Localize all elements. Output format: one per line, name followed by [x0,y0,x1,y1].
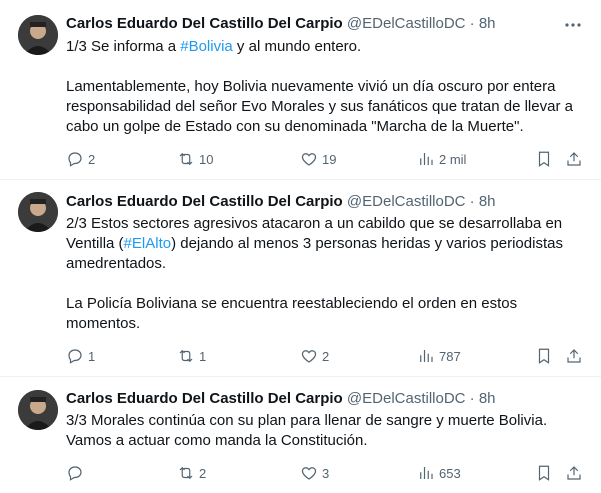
heart-icon [301,467,317,480]
tweet-line: 1/3 Se informa a #Bolivia y al mundo ent… [66,37,581,57]
tweet-header: Carlos Eduardo Del Castillo Del Carpio @… [66,192,496,212]
share-icon [567,466,581,480]
author-handle-time[interactable]: @EDelCastilloDC · 8h [347,15,496,32]
tweet-text: 2/3 Estos sectores agresivos atacaron a … [66,214,581,334]
like-count: 3 [322,465,330,481]
text-segment: y al mundo entero. [232,38,362,55]
share-button[interactable] [565,462,583,484]
like-button[interactable]: 2 [300,345,329,367]
views-button[interactable]: 2 mil [417,148,466,170]
retweet-icon [179,349,193,363]
more-icon [565,23,581,27]
views-count: 653 [439,465,461,481]
tweet-header: Carlos Eduardo Del Castillo Del Carpio @… [66,14,496,34]
text-segment: 1/3 Se informa a [66,38,181,55]
author-name[interactable]: Carlos Eduardo Del Castillo Del Carpio [66,193,343,210]
share-button[interactable] [565,345,583,367]
retweet-count: 1 [199,348,207,364]
avatar[interactable] [18,192,58,232]
avatar[interactable] [18,390,58,430]
retweet-button[interactable]: 10 [177,148,213,170]
tweet-2[interactable]: Carlos Eduardo Del Castillo Del Carpio @… [0,180,601,377]
like-button[interactable]: 3 [300,462,329,484]
like-count: 2 [322,348,330,364]
author-handle-time[interactable]: @EDelCastilloDC · 8h [347,390,496,407]
retweet-button[interactable]: 2 [177,462,206,484]
hashtag-link[interactable]: #ElAlto [124,235,172,252]
retweet-icon [179,466,193,480]
bookmark-button[interactable] [535,462,553,484]
reply-count: 1 [88,348,96,364]
author-handle-time[interactable]: @EDelCastilloDC · 8h [347,193,496,210]
action-bar: 2 10 19 2 mil [60,148,590,170]
bookmark-icon [538,465,550,481]
bookmark-button[interactable] [535,148,553,170]
like-button[interactable]: 19 [300,148,336,170]
reply-button[interactable] [66,462,88,484]
like-count: 19 [322,151,337,167]
bookmark-icon [538,348,550,364]
views-icon [420,153,433,165]
action-bar: 1 1 2 787 [60,345,590,367]
more-button[interactable] [563,15,583,35]
reply-icon [68,466,82,481]
reply-button[interactable]: 1 [66,345,95,367]
retweet-count: 10 [199,151,214,167]
reply-icon [68,152,82,167]
reply-icon [68,349,82,364]
views-icon [420,350,433,362]
views-button[interactable]: 653 [417,462,461,484]
views-button[interactable]: 787 [417,345,461,367]
heart-icon [301,153,317,166]
hashtag-link[interactable]: #Bolivia [180,38,233,55]
retweet-button[interactable]: 1 [177,345,206,367]
tweet-paragraph: 2/3 Estos sectores agresivos atacaron a … [66,214,581,274]
share-icon [567,349,581,363]
bookmark-button[interactable] [535,345,553,367]
views-count: 2 mil [439,151,467,167]
retweet-icon [179,152,193,166]
share-button[interactable] [565,148,583,170]
heart-icon [301,350,317,363]
views-count: 787 [439,348,461,364]
tweet-header: Carlos Eduardo Del Castillo Del Carpio @… [66,389,496,409]
avatar[interactable] [18,15,58,55]
tweet-1[interactable]: Carlos Eduardo Del Castillo Del Carpio @… [0,0,601,180]
reply-button[interactable]: 2 [66,148,95,170]
tweet-text: 3/3 Morales continúa con su plan para ll… [66,411,581,451]
tweet-paragraph: 3/3 Morales continúa con su plan para ll… [66,412,548,449]
action-bar: 2 3 653 [60,462,590,484]
tweet-3[interactable]: Carlos Eduardo Del Castillo Del Carpio @… [0,377,601,493]
tweet-text: 1/3 Se informa a #Bolivia y al mundo ent… [66,37,581,137]
reply-count: 2 [88,151,96,167]
tweet-paragraph: Lamentablemente, hoy Bolivia nuevamente … [66,78,573,135]
tweet-paragraph: La Policía Boliviana se encuentra reesta… [66,295,518,332]
bookmark-icon [538,151,550,167]
views-icon [420,467,433,479]
retweet-count: 2 [199,465,207,481]
author-name[interactable]: Carlos Eduardo Del Castillo Del Carpio [66,15,343,32]
share-icon [567,152,581,166]
author-name[interactable]: Carlos Eduardo Del Castillo Del Carpio [66,390,343,407]
